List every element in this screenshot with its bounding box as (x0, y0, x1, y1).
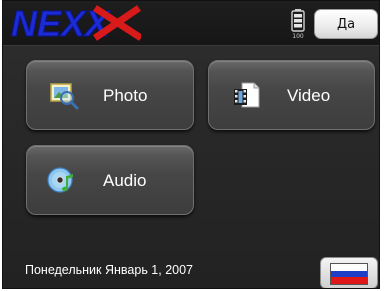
top-bar: NEXX 100 Да (3, 1, 379, 46)
battery-caption: 100 (292, 33, 304, 39)
russian-flag-icon (330, 263, 368, 285)
nexx-logo: NEXX (11, 5, 141, 41)
audio-label: Audio (103, 171, 147, 190)
battery-icon: 100 (291, 9, 305, 39)
confirm-button[interactable]: Да (314, 9, 378, 39)
photo-label: Photo (103, 86, 148, 105)
photo-tile[interactable]: Photo (26, 60, 194, 130)
audio-tile[interactable]: Audio (26, 145, 194, 215)
audio-icon (47, 167, 73, 193)
video-label: Video (287, 86, 331, 105)
date-display: Понедельник Январь 1, 2007 (25, 263, 194, 277)
video-icon (234, 82, 260, 108)
video-tile[interactable]: Video (208, 60, 375, 130)
confirm-button-label: Да (336, 16, 356, 32)
language-button[interactable] (320, 257, 378, 288)
device-screen: NEXX 100 Да Photo Video Audio Понедельни… (2, 0, 380, 289)
photo-icon (50, 83, 79, 110)
